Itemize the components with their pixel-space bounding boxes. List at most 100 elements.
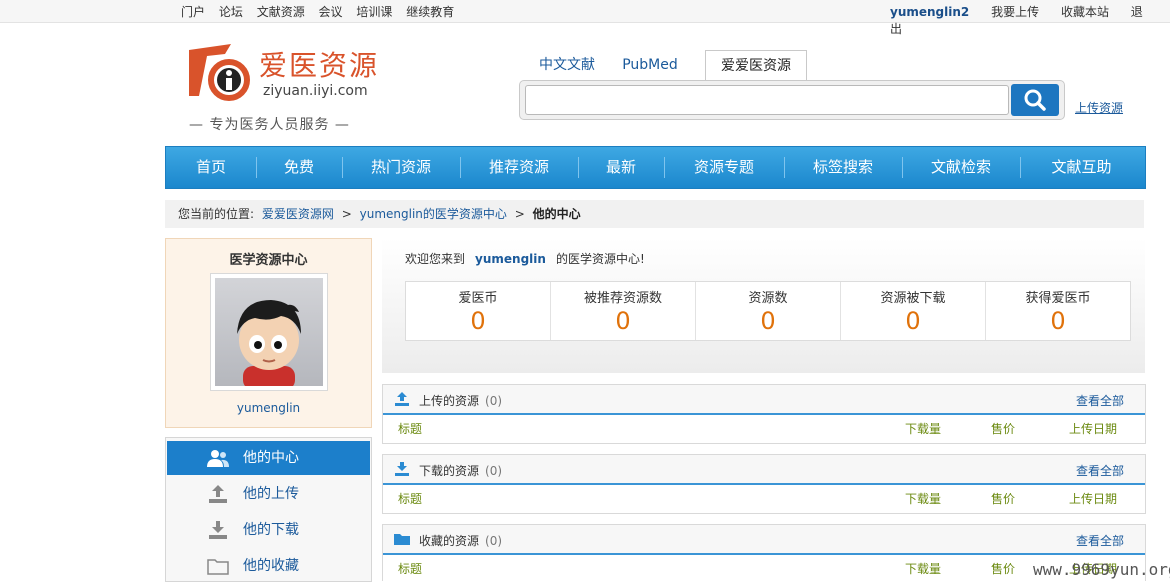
download-icon [395, 462, 409, 476]
nav-free[interactable]: 免费 [256, 147, 342, 188]
panel-count: (0) [485, 394, 503, 408]
my-upload-link[interactable]: 我要上传 [991, 5, 1039, 19]
view-all-link[interactable]: 查看全部 [1076, 532, 1124, 549]
nav-literature-search[interactable]: 文献检索 [902, 147, 1020, 188]
side-item-uploads[interactable]: 他的上传 [167, 477, 370, 511]
logo-slogan: — 专为医务人员服务 — [189, 117, 350, 133]
panel-title: 下载的资源 (0) [419, 464, 503, 478]
top-links: 门户 论坛 文献资源 会议 培训课 继续教育 [181, 3, 464, 20]
breadcrumb-current: 他的中心 [532, 207, 581, 221]
nav-recommended[interactable]: 推荐资源 [460, 147, 578, 188]
col-downloads[interactable]: 下载量 [905, 415, 941, 443]
welcome-message: 欢迎您来到 yumenglin 的医学资源中心! [405, 250, 645, 267]
upload-icon [209, 485, 227, 503]
side-item-favorites[interactable]: 他的收藏 [167, 549, 370, 583]
logo-mark-icon [189, 44, 250, 101]
top-link-portal[interactable]: 门户 [181, 5, 205, 19]
col-title[interactable]: 标题 [398, 485, 422, 513]
top-bar: 门户 论坛 文献资源 会议 培训课 继续教育 yumenglin2 我要上传 收… [0, 0, 1170, 36]
main-nav: 首页 免费 热门资源 推荐资源 最新 资源专题 标签搜索 文献检索 文献互助 [165, 146, 1146, 189]
welcome-user-link[interactable]: yumenglin [475, 252, 546, 266]
side-item-label: 他的中心 [243, 450, 299, 466]
stat-value: 0 [470, 307, 486, 335]
nav-topics[interactable]: 资源专题 [664, 147, 784, 188]
view-all-link[interactable]: 查看全部 [1076, 392, 1124, 409]
nav-latest[interactable]: 最新 [578, 147, 664, 188]
top-link-literature[interactable]: 文献资源 [257, 5, 305, 19]
breadcrumb-home-link[interactable]: 爱爱医资源网 [262, 207, 334, 221]
folder-icon [207, 559, 229, 575]
search-box [519, 80, 1065, 120]
stat-recommended: 被推荐资源数 0 [551, 282, 696, 340]
breadcrumb-separator: > [514, 207, 525, 221]
side-item-center[interactable]: 他的中心 [167, 441, 370, 475]
col-date[interactable]: 上传日期 [1069, 415, 1117, 443]
col-title[interactable]: 标题 [398, 555, 422, 583]
stat-label: 获得爱医币 [1025, 291, 1091, 306]
col-downloads[interactable]: 下载量 [905, 485, 941, 513]
watermark-text: www.9969yun.org [1033, 560, 1170, 579]
tab-pubmed[interactable]: PubMed [611, 50, 689, 80]
side-item-downloads[interactable]: 他的下载 [167, 513, 370, 547]
col-downloads[interactable]: 下载量 [905, 555, 941, 583]
top-link-education[interactable]: 继续教育 [406, 5, 454, 19]
view-all-link[interactable]: 查看全部 [1076, 462, 1124, 479]
breadcrumb-prefix: 您当前的位置: [178, 207, 255, 221]
panel-header: 下载的资源 (0) 查看全部 [383, 455, 1145, 485]
search-input[interactable] [525, 85, 1009, 115]
top-link-meeting[interactable]: 会议 [319, 5, 343, 19]
site-logo[interactable]: 爱医资源 ziyuan.iiyi.com — 专为医务人员服务 — [185, 38, 385, 133]
panel-count: (0) [485, 534, 503, 548]
download-icon [209, 521, 227, 539]
col-title[interactable]: 标题 [398, 415, 422, 443]
favorite-resources-panel: 收藏的资源 (0) 查看全部 标题 下载量 售价 上传日期 [382, 524, 1146, 581]
panel-header: 上传的资源 (0) 查看全部 [383, 385, 1145, 415]
col-price[interactable]: 售价 [991, 485, 1015, 513]
side-item-label: 他的收藏 [243, 558, 299, 574]
logo-url: ziyuan.iiyi.com [263, 83, 368, 99]
nav-tag-search[interactable]: 标签搜索 [784, 147, 902, 188]
side-menu: 他的中心 他的上传 他的下载 他的收藏 [165, 437, 372, 582]
top-link-forum[interactable]: 论坛 [219, 5, 243, 19]
stat-value: 0 [760, 307, 776, 335]
col-price[interactable]: 售价 [991, 555, 1015, 583]
stat-label: 资源数 [748, 291, 788, 306]
panel-header: 收藏的资源 (0) 查看全部 [383, 525, 1145, 555]
search-icon [1024, 89, 1046, 111]
nav-literature-help[interactable]: 文献互助 [1020, 147, 1143, 188]
current-user-link[interactable]: yumenglin2 [890, 5, 969, 19]
table-header: 标题 下载量 售价 上传日期 [383, 415, 1145, 443]
breadcrumb-center-link[interactable]: yumenglin的医学资源中心 [360, 207, 507, 221]
search-button[interactable] [1011, 84, 1059, 116]
tab-chinese-literature[interactable]: 中文文献 [525, 50, 609, 80]
stat-coins: 爱医币 0 [406, 282, 551, 340]
stats-row: 爱医币 0 被推荐资源数 0 资源数 0 资源被下载 0 获得爱医币 0 [405, 281, 1131, 341]
welcome-panel: 欢迎您来到 yumenglin 的医学资源中心! 爱医币 0 被推荐资源数 0 资源… [382, 238, 1145, 373]
avatar-cartoon-icon [237, 300, 301, 386]
table-header: 标题 下载量 售价 上传日期 [383, 555, 1145, 583]
avatar[interactable] [210, 273, 328, 391]
breadcrumb-separator: > [341, 207, 352, 221]
panel-title: 上传的资源 (0) [419, 394, 503, 408]
profile-username[interactable]: yumenglin [166, 401, 371, 415]
stat-label: 被推荐资源数 [583, 291, 662, 306]
nav-home[interactable]: 首页 [166, 147, 256, 188]
nav-hot[interactable]: 热门资源 [342, 147, 460, 188]
stat-value: 0 [1050, 307, 1066, 335]
top-link-training[interactable]: 培训课 [356, 5, 392, 19]
table-header: 标题 下载量 售价 上传日期 [383, 485, 1145, 513]
profile-title: 医学资源中心 [229, 253, 308, 268]
logo-name: 爱医资源 [259, 49, 380, 82]
col-date[interactable]: 上传日期 [1069, 485, 1117, 513]
col-price[interactable]: 售价 [991, 415, 1015, 443]
favorite-site-link[interactable]: 收藏本站 [1061, 5, 1109, 19]
stat-label: 资源被下载 [880, 291, 946, 306]
stat-earned-coins: 获得爱医币 0 [986, 282, 1130, 340]
upload-resource-link[interactable]: 上传资源 [1075, 99, 1123, 116]
uploaded-resources-panel: 上传的资源 (0) 查看全部 标题 下载量 售价 上传日期 [382, 384, 1146, 444]
tab-iiyi-resources[interactable]: 爱爱医资源 [705, 50, 807, 81]
stat-resources: 资源数 0 [696, 282, 841, 340]
stat-value: 0 [615, 307, 631, 335]
welcome-prefix: 欢迎您来到 [405, 252, 466, 266]
downloaded-resources-panel: 下载的资源 (0) 查看全部 标题 下载量 售价 上传日期 [382, 454, 1146, 514]
